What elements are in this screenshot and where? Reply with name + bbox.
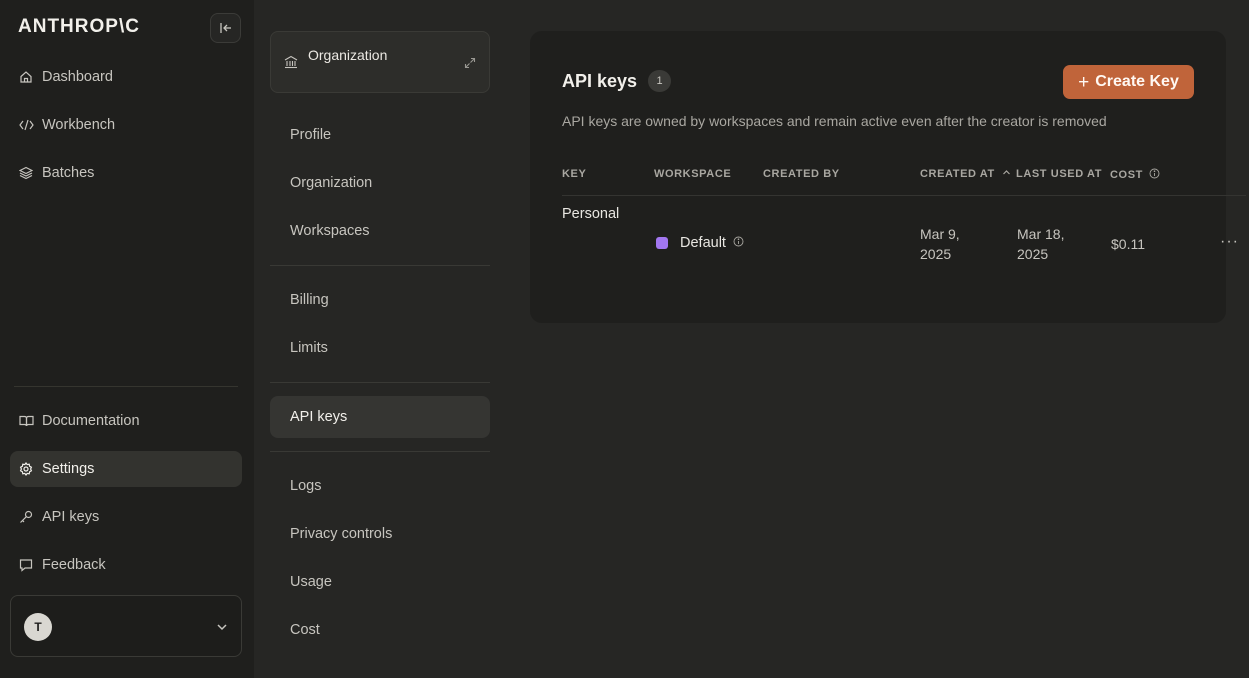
gear-icon: [18, 461, 34, 477]
nav-settings[interactable]: Settings: [10, 451, 242, 487]
menu-organization[interactable]: Organization: [270, 162, 490, 204]
column-header-workspace: WORKSPACE: [654, 168, 732, 180]
nav-dashboard[interactable]: Dashboard: [10, 59, 242, 95]
column-header-last-used-at: LAST USED AT: [1016, 168, 1103, 180]
menu-api-keys[interactable]: API keys: [270, 396, 490, 438]
table-header-divider: [562, 195, 1246, 196]
sidebar: ANTHROP\C Dashboard Workbench Batches Do…: [0, 0, 254, 678]
menu-workspaces[interactable]: Workspaces: [270, 210, 490, 252]
menu-divider: [270, 382, 490, 383]
menu-cost[interactable]: Cost: [270, 609, 490, 651]
workspace-color-dot: [656, 237, 668, 249]
nav-workbench-label: Workbench: [42, 117, 116, 133]
home-icon: [18, 69, 34, 85]
column-header-created-at[interactable]: CREATED AT: [920, 168, 1011, 180]
page-title: API keys: [562, 71, 638, 91]
nav-batches-label: Batches: [42, 165, 95, 181]
collapse-icon: [219, 23, 231, 33]
key-name: Personal: [562, 206, 620, 222]
chevron-down-icon: [216, 620, 228, 636]
expand-icon[interactable]: [464, 56, 476, 72]
key-icon: [18, 509, 34, 525]
menu-profile[interactable]: Profile: [270, 114, 490, 156]
menu-privacy-controls[interactable]: Privacy controls: [270, 513, 490, 555]
last-used-line1: Mar 18,: [1017, 226, 1065, 242]
last-used-line2: 2025: [1017, 246, 1049, 262]
workspace-name-label: Default: [680, 235, 726, 251]
sidebar-divider: [14, 386, 238, 387]
logo[interactable]: ANTHROP\C: [18, 16, 140, 38]
nav-documentation-label: Documentation: [42, 413, 140, 429]
workspace-name: Default: [680, 235, 744, 251]
menu-divider: [270, 265, 490, 266]
create-key-button[interactable]: + Create Key: [1063, 65, 1194, 99]
nav-api-keys[interactable]: API keys: [10, 499, 242, 535]
key-count-badge: 1: [648, 70, 671, 92]
created-at-line2: 2025: [920, 246, 952, 262]
created-at-line1: Mar 9,: [920, 226, 960, 242]
created-at: Mar 9, 2025: [920, 224, 960, 264]
nav-api-keys-label: API keys: [42, 509, 100, 525]
account-switcher[interactable]: T: [10, 595, 242, 657]
plus-icon: +: [1078, 71, 1090, 93]
column-header-cost: COST: [1110, 168, 1160, 181]
info-icon[interactable]: [1149, 168, 1160, 179]
bank-icon: [284, 55, 298, 72]
menu-billing[interactable]: Billing: [270, 279, 490, 321]
column-header-created-by: CREATED BY: [763, 168, 840, 180]
nav-feedback-label: Feedback: [42, 557, 106, 573]
nav-dashboard-label: Dashboard: [42, 69, 113, 85]
more-options-icon[interactable]: ···: [1220, 233, 1239, 251]
message-icon: [18, 557, 34, 573]
code-icon: [18, 117, 34, 133]
created-at-label: CREATED AT: [920, 168, 995, 180]
collapse-sidebar-button[interactable]: [210, 13, 241, 43]
nav-settings-label: Settings: [42, 461, 95, 477]
avatar: T: [24, 613, 52, 641]
menu-limits[interactable]: Limits: [270, 327, 490, 369]
create-key-label: Create Key: [1095, 73, 1179, 90]
cost-value: $0.11: [1111, 236, 1145, 252]
menu-usage[interactable]: Usage: [270, 561, 490, 603]
cost-label: COST: [1110, 169, 1143, 181]
layers-icon: [18, 165, 34, 181]
column-header-key: KEY: [562, 168, 587, 180]
nav-workbench[interactable]: Workbench: [10, 107, 242, 143]
sort-ascending-icon: [1002, 170, 1010, 175]
info-icon[interactable]: [733, 236, 744, 247]
nav-documentation[interactable]: Documentation: [10, 403, 242, 439]
last-used-at: Mar 18, 2025: [1017, 224, 1064, 264]
nav-feedback[interactable]: Feedback: [10, 547, 242, 583]
organization-card-title: Organization: [308, 47, 388, 63]
api-keys-card: API keys 1 + Create Key API keys are own…: [530, 31, 1246, 323]
nav-batches[interactable]: Batches: [10, 155, 242, 191]
book-icon: [18, 413, 34, 429]
menu-divider: [270, 451, 490, 452]
description: API keys are owned by workspaces and rem…: [562, 113, 1107, 129]
menu-logs[interactable]: Logs: [270, 465, 490, 507]
organization-card[interactable]: Organization: [270, 31, 490, 93]
